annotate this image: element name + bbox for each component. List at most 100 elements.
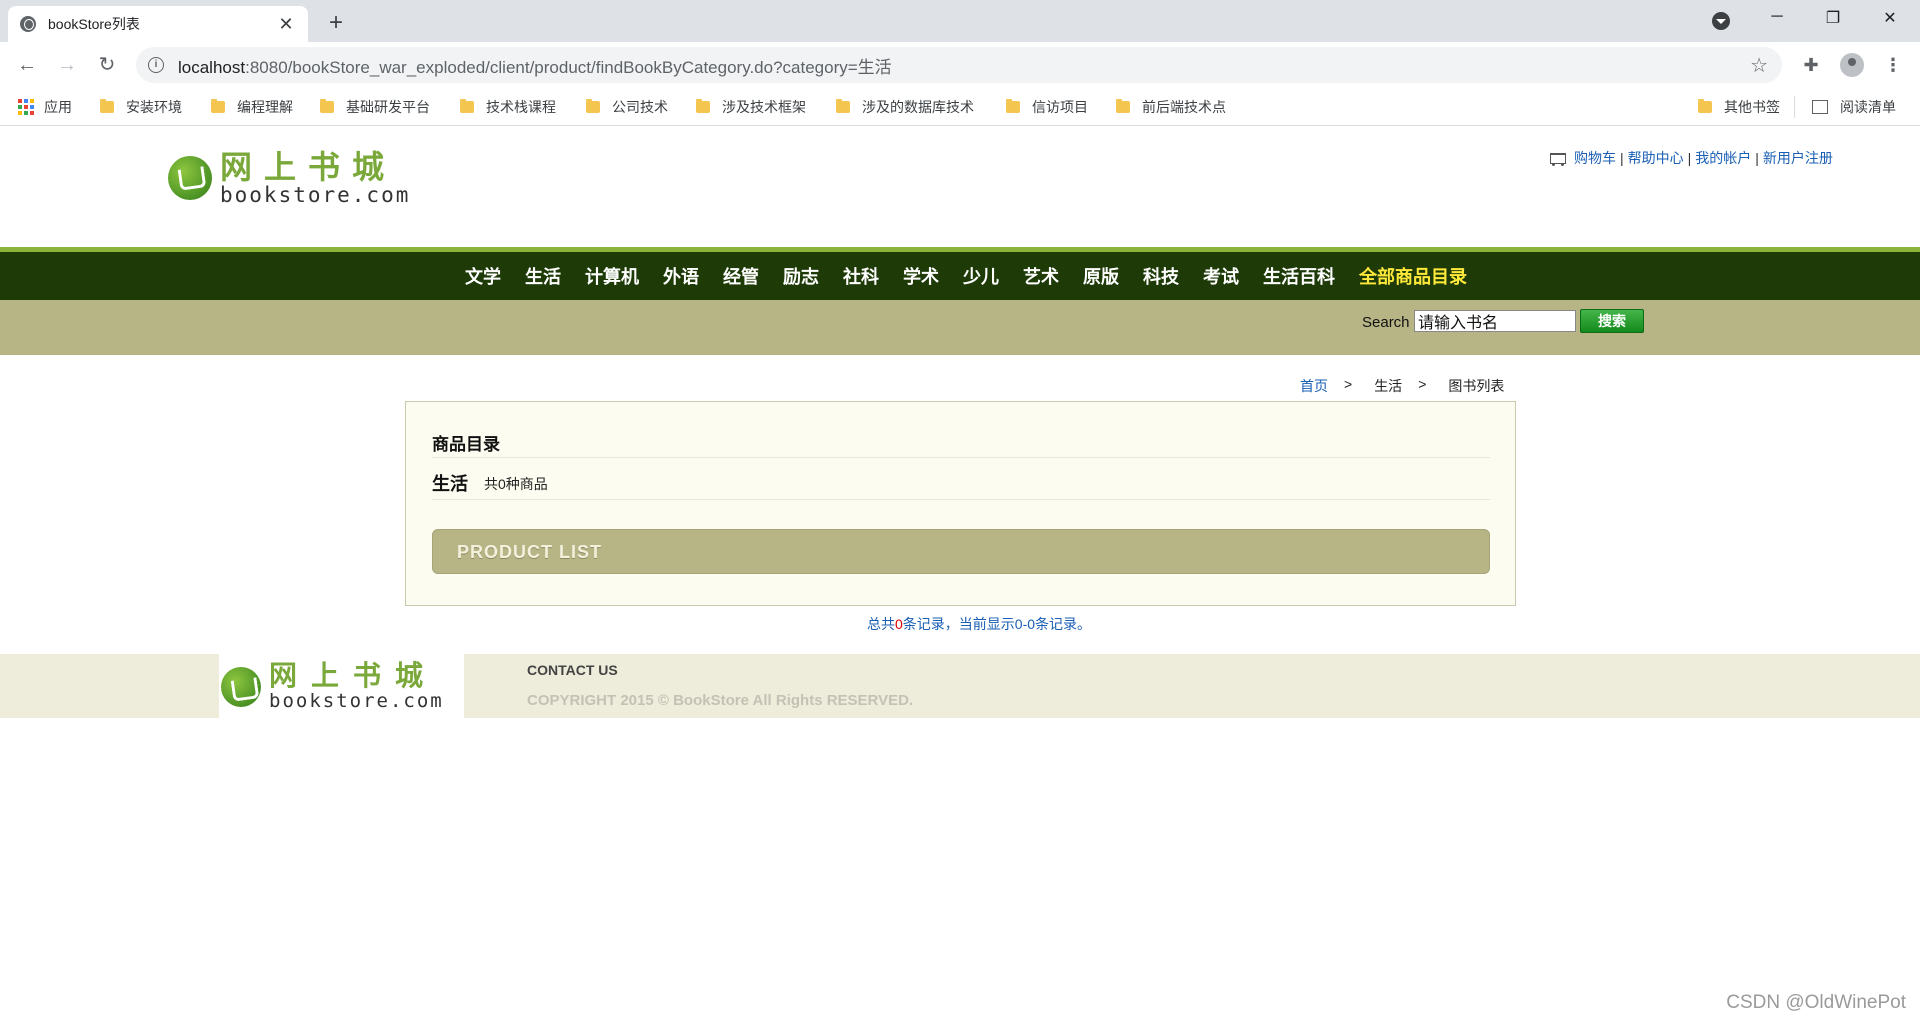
link-separator: | [1755,150,1759,166]
logo-english: bookstore.com [220,183,411,207]
profile-icon[interactable] [1840,53,1864,77]
nav-item-art[interactable]: 艺术 [1023,263,1059,289]
search-button[interactable]: 搜索 [1580,309,1644,333]
minimize-icon[interactable]: ─ [1757,8,1797,26]
record-suffix: 条记录，当前显示0-0条记录。 [902,616,1092,632]
bookmark-label: 涉及的数据库技术 [862,99,974,115]
search-bar: Search 搜索 [0,300,1920,355]
star-icon[interactable]: ☆ [1750,53,1768,78]
address-bar[interactable]: i localhost:8080/bookStore_war_exploded/… [136,47,1782,83]
close-icon[interactable]: ✕ [276,14,296,35]
folder-icon [586,99,600,113]
browser-tab-bar: bookStore列表 ✕ + ─ ❐ ✕ [0,0,1920,42]
contact-us[interactable]: CONTACT US [527,662,618,678]
bookmark-label: 信访项目 [1032,99,1088,115]
logo-text: 网上书城 bookstore.com [269,659,444,713]
logo-chinese: 网上书城 [269,659,438,692]
folder-icon [100,99,114,113]
nav-item-inspiration[interactable]: 励志 [783,263,819,289]
nav-item-academic[interactable]: 学术 [903,263,939,289]
nav-item-life[interactable]: 生活 [525,263,561,289]
bookmark-folder[interactable]: 信访项目 [1006,97,1088,117]
reading-list-icon [1812,100,1828,114]
product-list-header: PRODUCT LIST [432,529,1490,574]
restore-icon[interactable]: ❐ [1813,8,1853,28]
bookmark-folder[interactable]: 涉及的数据库技术 [836,97,974,117]
nav-item-exam[interactable]: 考试 [1203,263,1239,289]
divider [1794,96,1795,118]
more-icon[interactable]: ⋮ [1880,52,1906,78]
copyright: COPYRIGHT 2015 © BookStore All Rights RE… [527,692,914,709]
register-link[interactable]: 新用户注册 [1763,148,1833,168]
bookmark-other[interactable]: 其他书签 [1698,97,1780,117]
site-logo: 网上书城 bookstore.com [221,662,444,712]
divider [432,457,1490,458]
folder-icon [1116,99,1130,113]
bookmark-label: 基础研发平台 [346,99,430,115]
bookmark-folder[interactable]: 前后端技术点 [1116,97,1226,117]
nav-item-technology[interactable]: 科技 [1143,263,1179,289]
nav-item-life-encyclopedia[interactable]: 生活百科 [1263,263,1335,289]
nav-item-business[interactable]: 经管 [723,263,759,289]
divider [432,499,1490,500]
record-prefix: 总共 [866,616,895,632]
bookmark-label: 应用 [44,99,72,115]
cart-link[interactable]: 购物车 [1574,148,1616,168]
nav-item-computer[interactable]: 计算机 [585,263,639,289]
bookmarks-bar: 应用 安装环境 编程理解 基础研发平台 技术栈课程 公司技术 涉及技术框架 涉及… [0,88,1920,126]
product-count: 共0种商品 [484,476,548,492]
url-host: localhost [178,57,246,77]
my-account-link[interactable]: 我的帐户 [1695,148,1751,168]
bookmark-label: 其他书签 [1724,99,1780,115]
window-close-icon[interactable]: ✕ [1870,8,1910,28]
nav-item-children[interactable]: 少儿 [963,263,999,289]
bookmark-folder[interactable]: 涉及技术框架 [696,97,806,117]
product-list-label: PRODUCT LIST [457,542,602,562]
plus-icon[interactable]: + [322,9,350,37]
bookmark-reading-list[interactable]: 阅读清单 [1812,97,1896,117]
logo-bag-icon [221,667,261,707]
logo-text: 网上书城 bookstore.com [220,150,410,206]
folder-icon [211,99,225,113]
folder-icon [460,99,474,113]
bookmark-label: 前后端技术点 [1142,99,1226,115]
nav-item-original[interactable]: 原版 [1083,263,1119,289]
forward-arrow-icon[interactable]: → [54,52,80,78]
record-summary: 总共0条记录，当前显示0-0条记录。 [0,614,1920,634]
nav-item-all-catalog[interactable]: 全部商品目录 [1359,263,1467,289]
footer: 网上书城 bookstore.com CONTACT US COPYRIGHT … [0,654,1920,718]
bookmark-folder[interactable]: 编程理解 [211,97,293,117]
search-label: Search [1362,314,1410,331]
bookmark-folder[interactable]: 安装环境 [100,97,182,117]
bookmark-apps[interactable]: 应用 [18,97,72,117]
breadcrumb-separator: > [1418,376,1427,392]
breadcrumb: 首页 > 生活 > 图书列表 [1300,376,1504,396]
bookmark-folder[interactable]: 技术栈课程 [460,97,556,117]
site-logo[interactable]: 网上书城 bookstore.com [168,150,410,206]
breadcrumb-home[interactable]: 首页 [1300,376,1328,396]
nav-item-literature[interactable]: 文学 [465,263,501,289]
reload-icon[interactable]: ↻ [94,52,120,78]
browser-tab[interactable]: bookStore列表 ✕ [8,6,308,42]
catalog-panel: 商品目录 生活 共0种商品 PRODUCT LIST [405,401,1516,606]
info-icon[interactable]: i [148,57,164,73]
bookmark-folder[interactable]: 基础研发平台 [320,97,430,117]
url-text: localhost:8080/bookStore_war_exploded/cl… [178,53,892,78]
bookmark-label: 安装环境 [126,99,182,115]
link-separator: | [1687,150,1692,166]
tab-search-icon[interactable] [1712,12,1730,30]
folder-icon [1006,99,1020,113]
nav-item-foreign-language[interactable]: 外语 [663,263,699,289]
cart-icon[interactable] [1546,150,1568,166]
help-center-link[interactable]: 帮助中心 [1628,148,1684,168]
bookmark-label: 编程理解 [237,99,293,115]
folder-icon [696,99,710,113]
back-arrow-icon[interactable]: ← [14,52,40,78]
puzzle-icon[interactable]: ✚ [1798,52,1824,78]
nav-item-social-science[interactable]: 社科 [843,263,879,289]
search-input[interactable] [1414,310,1576,332]
bookmark-label: 阅读清单 [1840,99,1896,115]
folder-icon [1698,99,1712,113]
bookmark-folder[interactable]: 公司技术 [586,97,668,117]
record-total: 0 [894,616,903,632]
